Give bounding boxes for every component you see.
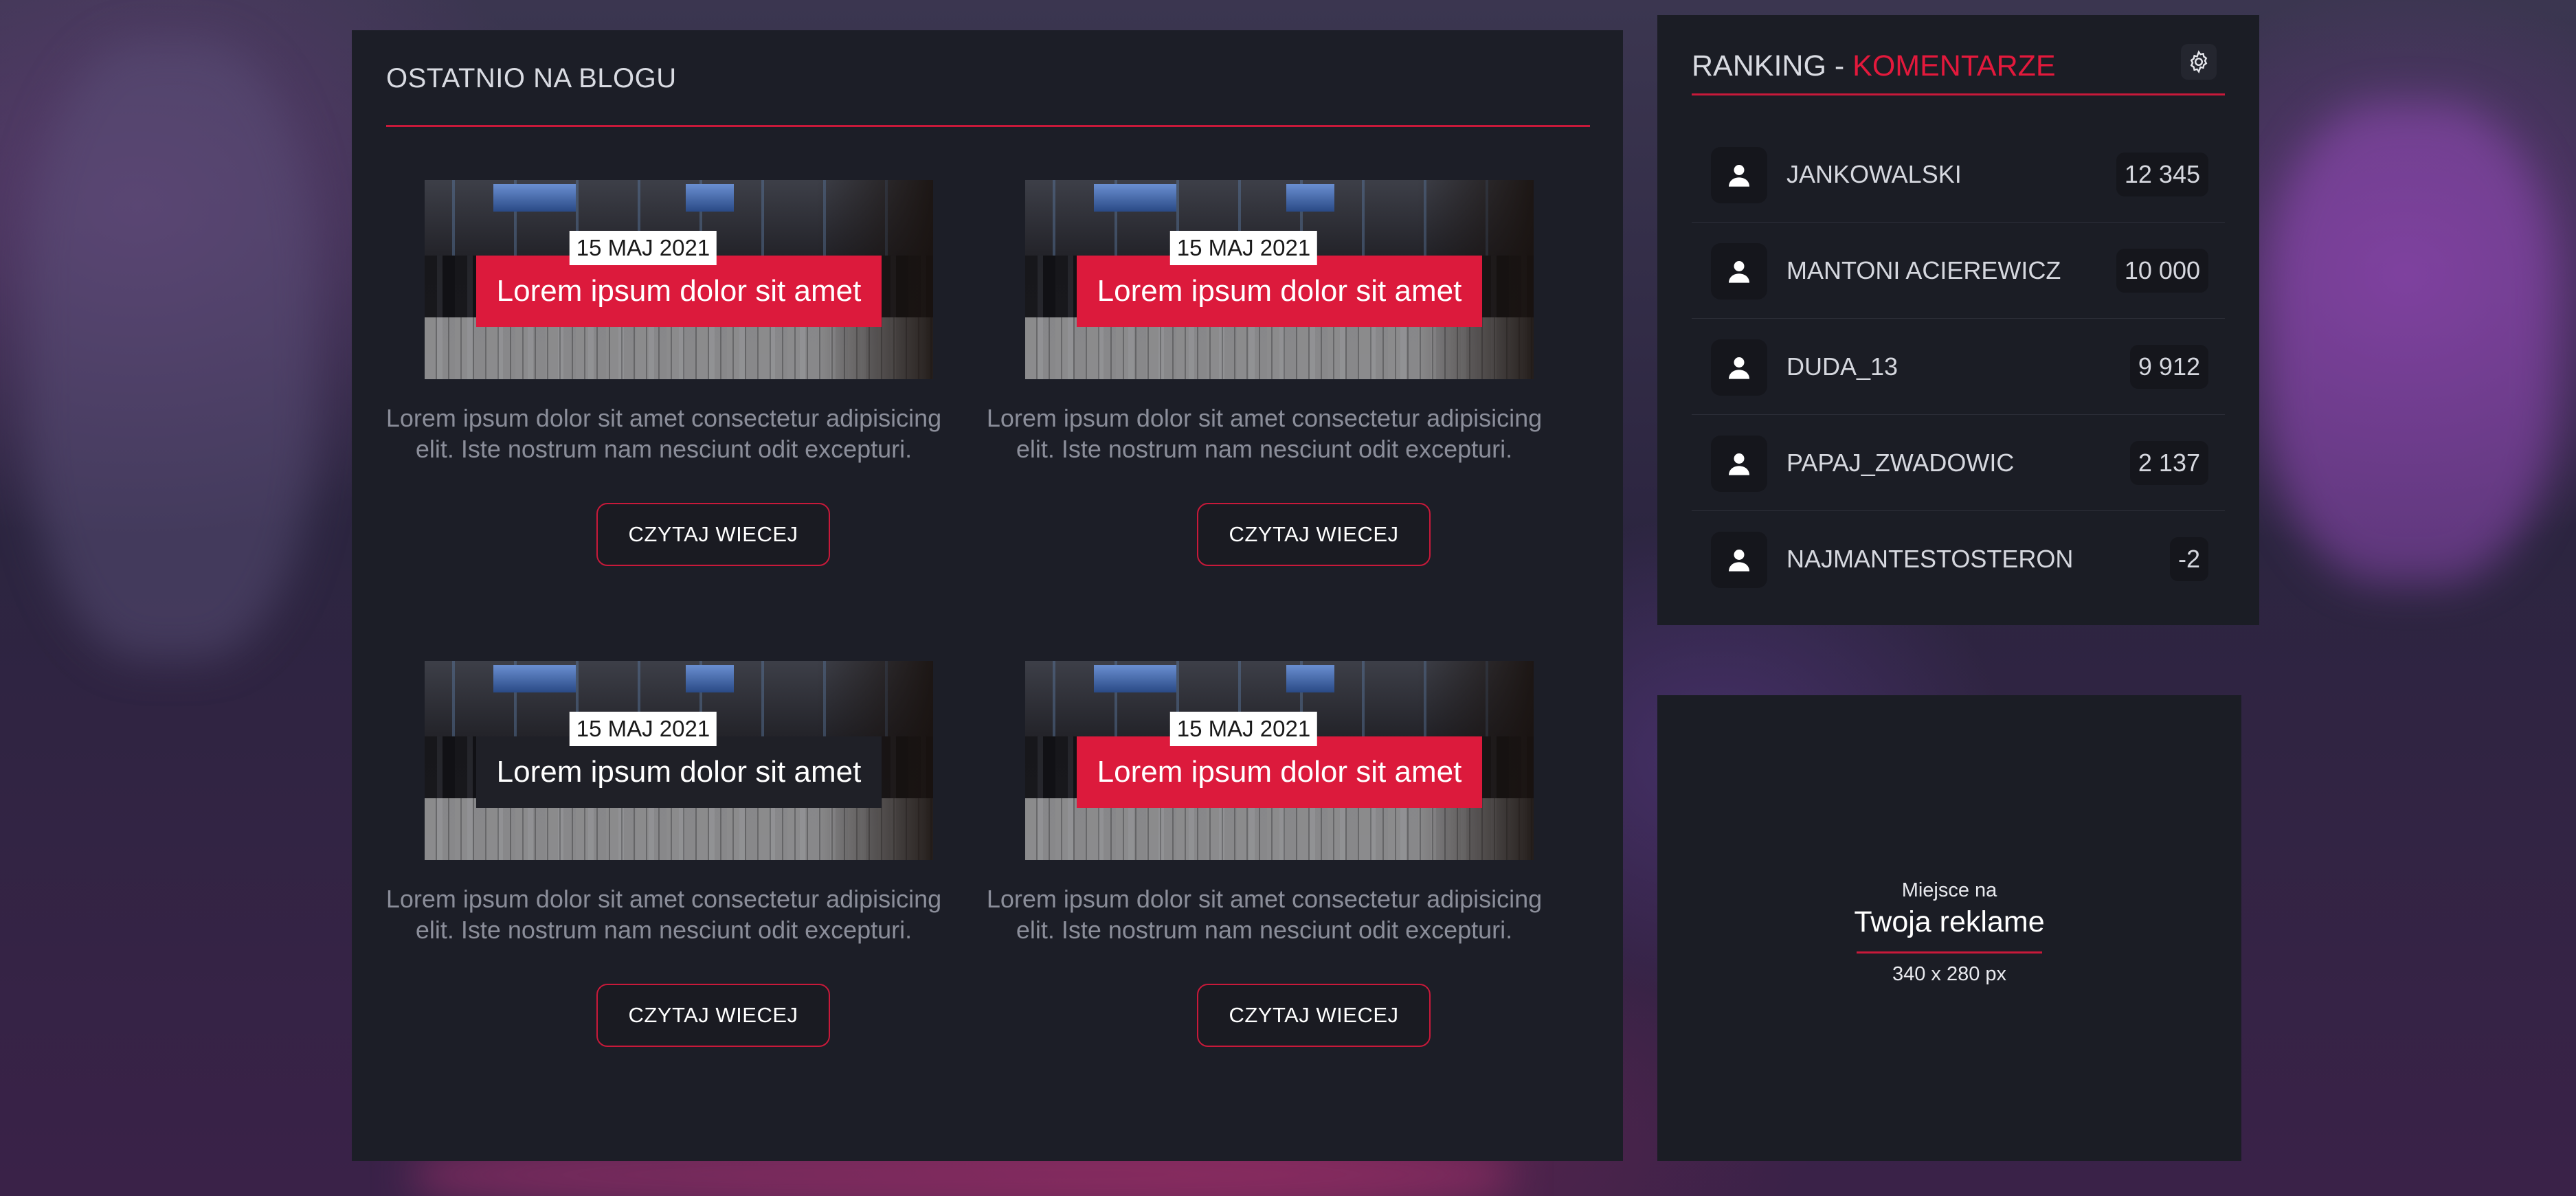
user-icon — [1729, 261, 1749, 283]
ranking-title-prefix: RANKING - — [1692, 49, 1853, 82]
gear-icon — [2190, 50, 2208, 74]
ranking-row[interactable]: JANKOWALSKI 12 345 — [1692, 126, 2225, 223]
user-icon — [1729, 453, 1749, 475]
user-icon — [1729, 550, 1749, 572]
ranking-row[interactable]: MANTONI ACIEREWICZ 10 000 — [1692, 223, 2225, 319]
blog-post-card: Lorem ipsum dolor sit amet 15 MAJ 2021 L… — [382, 661, 945, 1087]
read-more-button[interactable]: CZYTAJ WIECEJ — [1197, 984, 1431, 1047]
ranking-score-badge: 9 912 — [2129, 345, 2208, 389]
user-icon — [1729, 165, 1749, 187]
ranking-panel: RANKING - KOMENTARZE JANKOWALSKI 12 345 … — [1657, 15, 2259, 625]
ranking-user-name[interactable]: DUDA_13 — [1787, 319, 1898, 415]
ranking-user-name[interactable]: MANTONI ACIEREWICZ — [1787, 223, 2061, 319]
read-more-button[interactable]: CZYTAJ WIECEJ — [596, 984, 830, 1047]
post-headline[interactable]: Lorem ipsum dolor sit amet — [476, 256, 882, 327]
read-more-button[interactable]: CZYTAJ WIECEJ — [1197, 503, 1431, 566]
ranking-title-accent: KOMENTARZE — [1852, 49, 2056, 82]
ranking-score-badge: 2 137 — [2129, 441, 2208, 485]
post-headline[interactable]: Lorem ipsum dolor sit amet — [1077, 256, 1482, 327]
blog-panel: OSTATNIO NA BLOGU Lorem ipsum dolor sit … — [352, 30, 1623, 1161]
ranking-settings-button[interactable] — [2181, 44, 2217, 80]
avatar — [1711, 147, 1767, 203]
ranking-score-badge: -2 — [2169, 537, 2208, 581]
ranking-row[interactable]: NAJMANTESTOSTERON -2 — [1692, 511, 2225, 607]
post-excerpt: Lorem ipsum dolor sit amet consectetur a… — [986, 885, 1543, 944]
post-excerpt: Lorem ipsum dolor sit amet consectetur a… — [986, 404, 1543, 463]
ranking-row[interactable]: DUDA_13 9 912 — [1692, 319, 2225, 415]
post-headline[interactable]: Lorem ipsum dolor sit amet — [1077, 736, 1482, 808]
ranking-row[interactable]: PAPAJ_ZWADOWIC 2 137 — [1692, 415, 2225, 511]
ad-size-label: 340 x 280 px — [1892, 963, 2007, 985]
blog-title-divider — [386, 125, 1590, 127]
ad-placeholder[interactable]: Miejsce na Twoja reklame 340 x 280 px — [1657, 695, 2241, 1161]
read-more-button[interactable]: CZYTAJ WIECEJ — [596, 503, 830, 566]
user-icon — [1729, 357, 1749, 379]
post-date-badge: 15 MAJ 2021 — [1169, 231, 1318, 265]
ad-caption: Miejsce na — [1901, 879, 1997, 901]
avatar — [1711, 436, 1767, 492]
avatar — [1711, 339, 1767, 396]
blog-section-title: OSTATNIO NA BLOGU — [386, 63, 677, 93]
ranking-user-name[interactable]: PAPAJ_ZWADOWIC — [1787, 415, 2014, 511]
ad-divider — [1857, 951, 2042, 954]
ranking-user-name[interactable]: JANKOWALSKI — [1787, 126, 1962, 223]
post-date-badge: 15 MAJ 2021 — [1169, 712, 1318, 746]
avatar — [1711, 532, 1767, 588]
ranking-divider — [1692, 93, 2225, 95]
ranking-score-badge: 12 345 — [2116, 153, 2208, 196]
blog-post-card: Lorem ipsum dolor sit amet 15 MAJ 2021 L… — [983, 661, 1546, 1087]
ad-heading: Twoja reklame — [1854, 905, 2045, 938]
post-date-badge: 15 MAJ 2021 — [569, 231, 717, 265]
ranking-score-badge: 10 000 — [2116, 249, 2208, 293]
ranking-user-name[interactable]: NAJMANTESTOSTERON — [1787, 511, 2073, 607]
post-headline[interactable]: Lorem ipsum dolor sit amet — [476, 736, 882, 808]
blog-post-card: Lorem ipsum dolor sit amet 15 MAJ 2021 L… — [983, 180, 1546, 606]
post-excerpt: Lorem ipsum dolor sit amet consectetur a… — [385, 885, 942, 944]
ranking-title: RANKING - KOMENTARZE — [1692, 49, 2056, 83]
post-date-badge: 15 MAJ 2021 — [569, 712, 717, 746]
blog-post-card: Lorem ipsum dolor sit amet 15 MAJ 2021 L… — [382, 180, 945, 606]
post-excerpt: Lorem ipsum dolor sit amet consectetur a… — [385, 404, 942, 463]
avatar — [1711, 243, 1767, 300]
